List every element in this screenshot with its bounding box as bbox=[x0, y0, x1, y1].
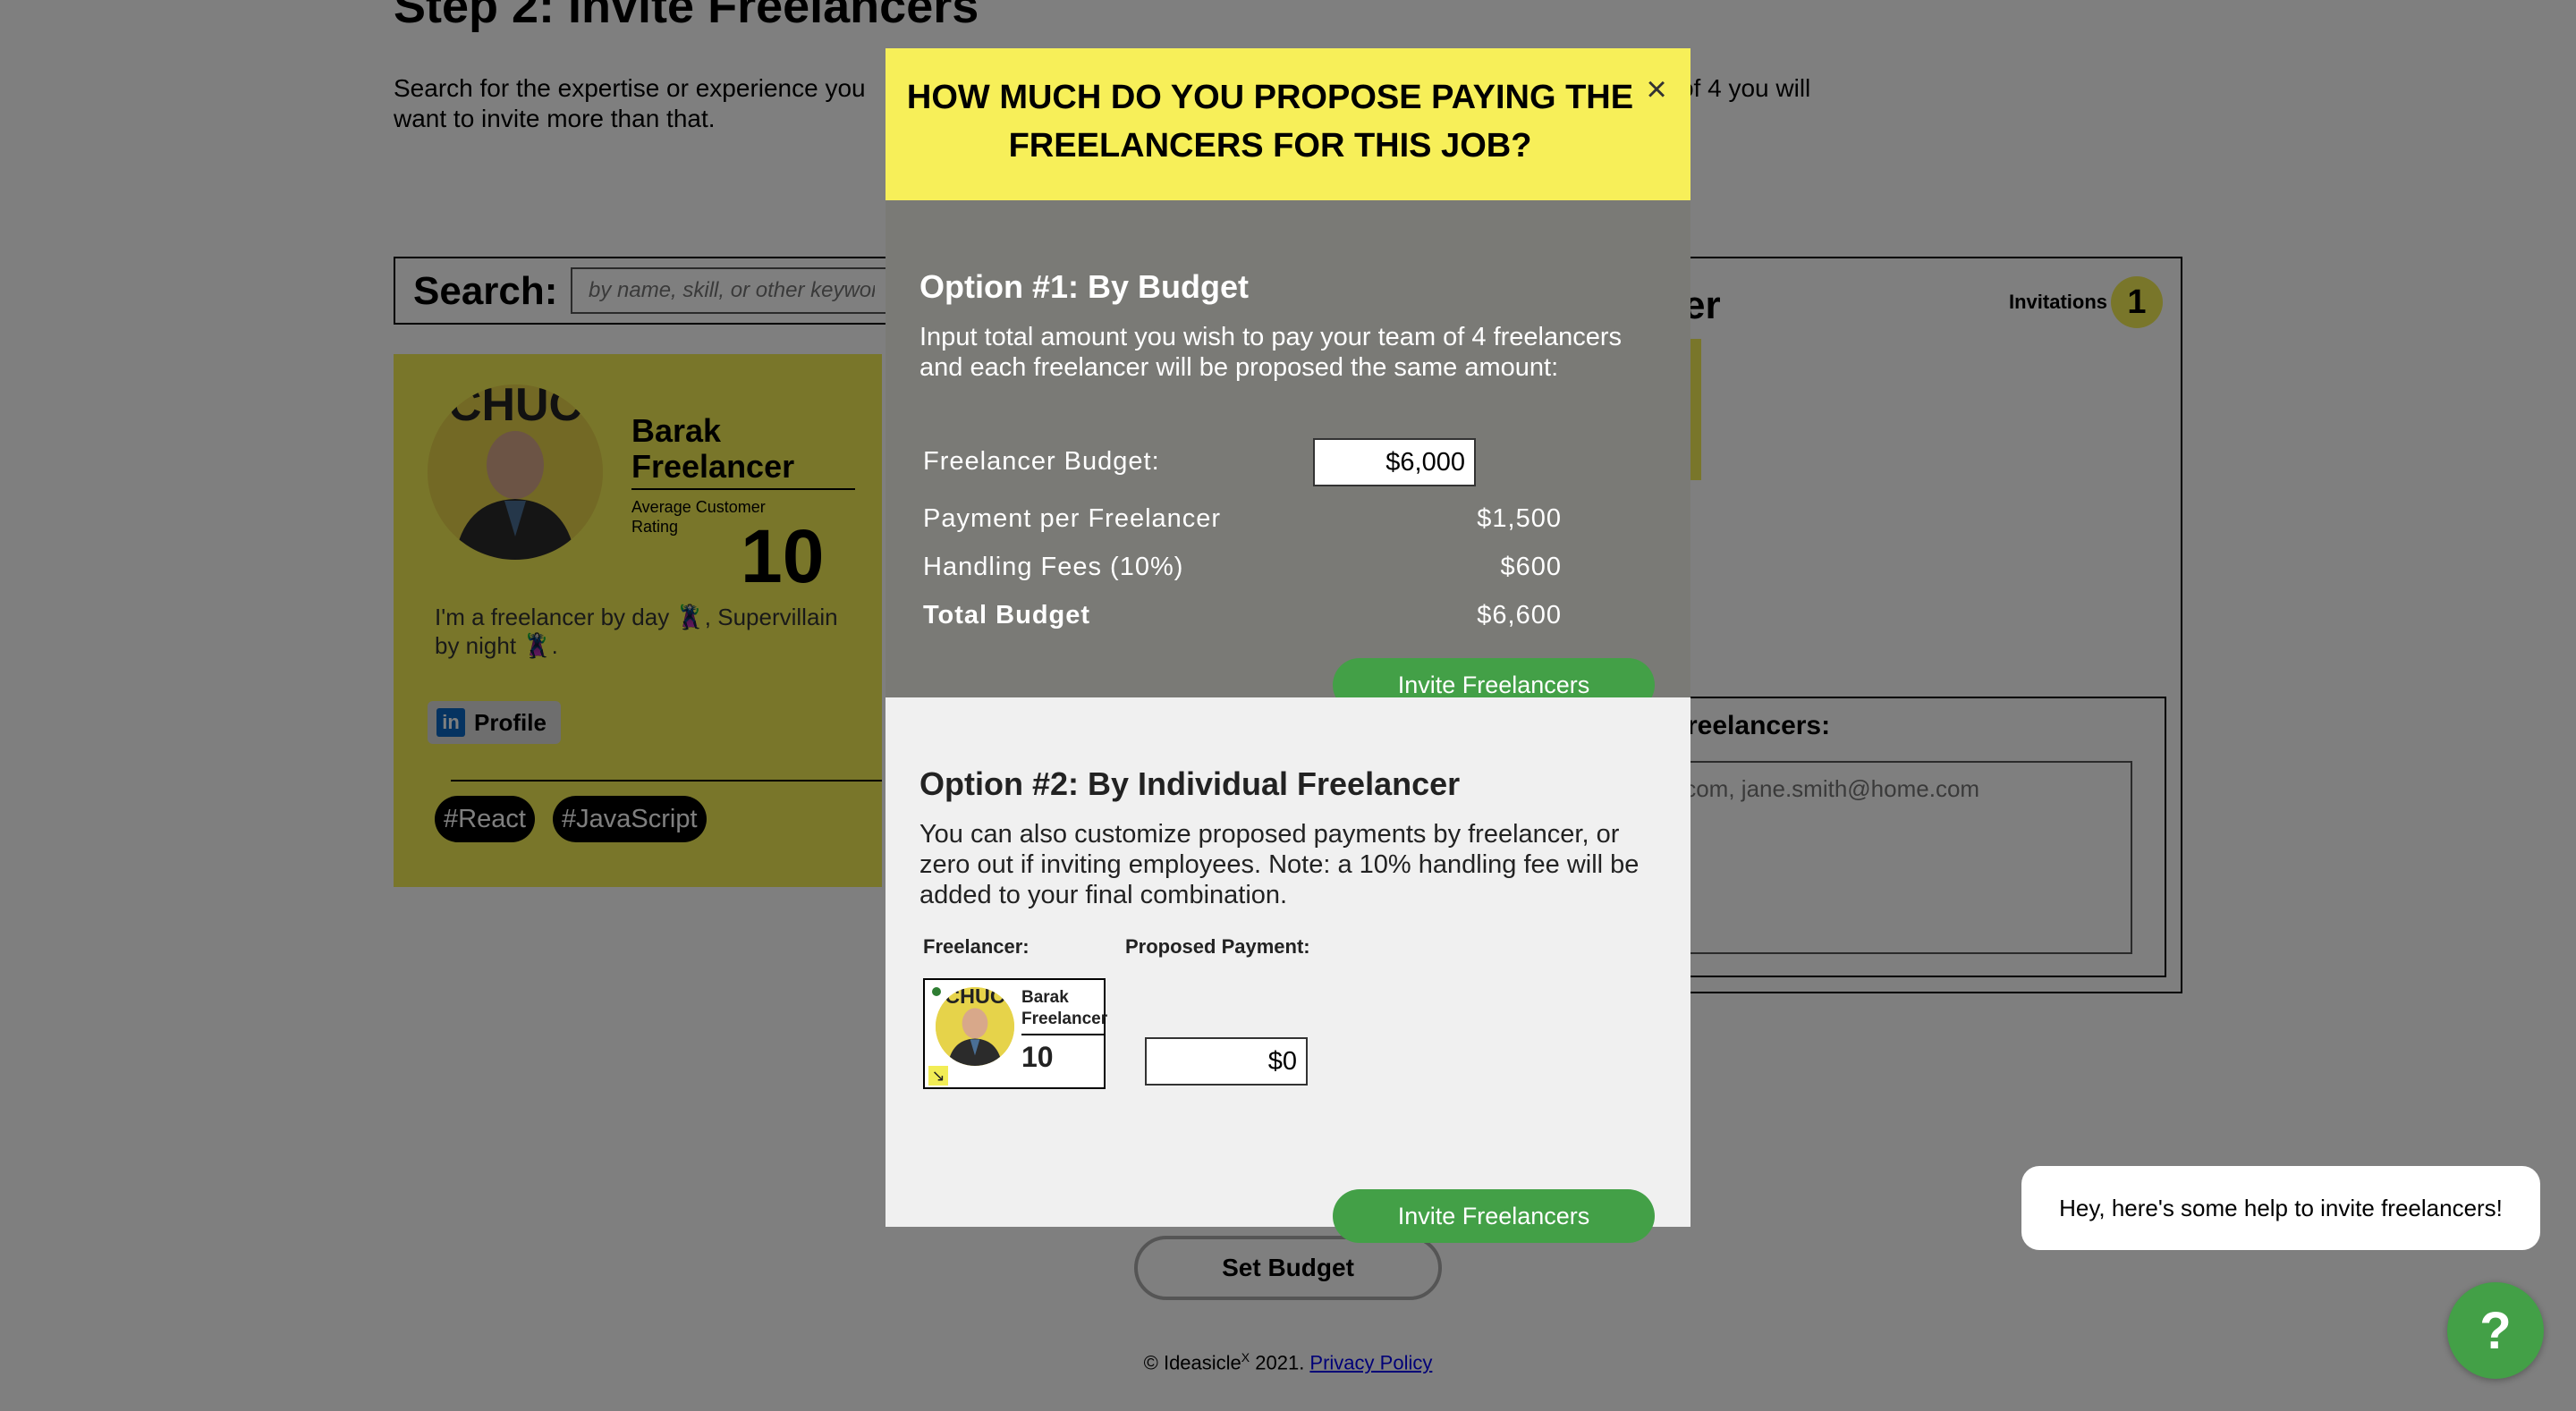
handling-fees-label: Handling Fees (10%) bbox=[923, 553, 1184, 581]
avatar: CHUC bbox=[936, 987, 1014, 1066]
option-by-individual: Option #2: By Individual Freelancer You … bbox=[886, 697, 1690, 1243]
payment-per-freelancer-label: Payment per Freelancer bbox=[923, 504, 1222, 533]
modal-title: HOW MUCH DO YOU PROPOSE PAYING THE FREEL… bbox=[906, 79, 1634, 165]
option1-description: Input total amount you wish to pay your … bbox=[919, 323, 1623, 382]
option2-description: You can also customize proposed payments… bbox=[919, 820, 1640, 909]
freelancer-column-label: Freelancer: bbox=[923, 935, 1030, 958]
payment-per-freelancer-value: $1,500 bbox=[1477, 504, 1562, 533]
handling-fees-value: $600 bbox=[1500, 553, 1562, 581]
expand-arrow-icon[interactable]: ↘ bbox=[928, 1066, 948, 1086]
mini-freelancer-name: Barak Freelancer bbox=[1021, 987, 1107, 1035]
help-tooltip: Hey, here's some help to invite freelanc… bbox=[2021, 1166, 2540, 1250]
option2-title: Option #2: By Individual Freelancer bbox=[919, 765, 1461, 802]
freelancer-budget-input[interactable] bbox=[1313, 438, 1476, 486]
option-by-budget: Option #1: By Budget Input total amount … bbox=[886, 200, 1690, 712]
help-button[interactable]: ? bbox=[2447, 1282, 2544, 1379]
budget-label: Freelancer Budget: bbox=[923, 447, 1160, 476]
total-budget-value: $6,600 bbox=[1477, 601, 1562, 629]
proposed-payment-column-label: Proposed Payment: bbox=[1125, 935, 1310, 958]
online-status-dot bbox=[932, 987, 941, 996]
payment-modal: HOW MUCH DO YOU PROPOSE PAYING THE FREEL… bbox=[886, 48, 1690, 1243]
modal-header: HOW MUCH DO YOU PROPOSE PAYING THE FREEL… bbox=[886, 48, 1690, 200]
proposed-payment-input[interactable] bbox=[1145, 1037, 1308, 1086]
avatar-image: CHUC bbox=[936, 987, 1014, 1066]
mini-rating-value: 10 bbox=[1021, 1041, 1054, 1073]
invite-freelancers-button[interactable]: Invite Freelancers bbox=[1333, 1189, 1655, 1243]
total-budget-label: Total Budget bbox=[923, 601, 1091, 629]
svg-text:CHUC: CHUC bbox=[945, 987, 1005, 1008]
close-icon[interactable]: × bbox=[1639, 72, 1674, 107]
option1-title: Option #1: By Budget bbox=[919, 268, 1249, 305]
freelancer-mini-card[interactable]: CHUC Barak Freelancer 10 ↘ bbox=[923, 978, 1107, 1089]
